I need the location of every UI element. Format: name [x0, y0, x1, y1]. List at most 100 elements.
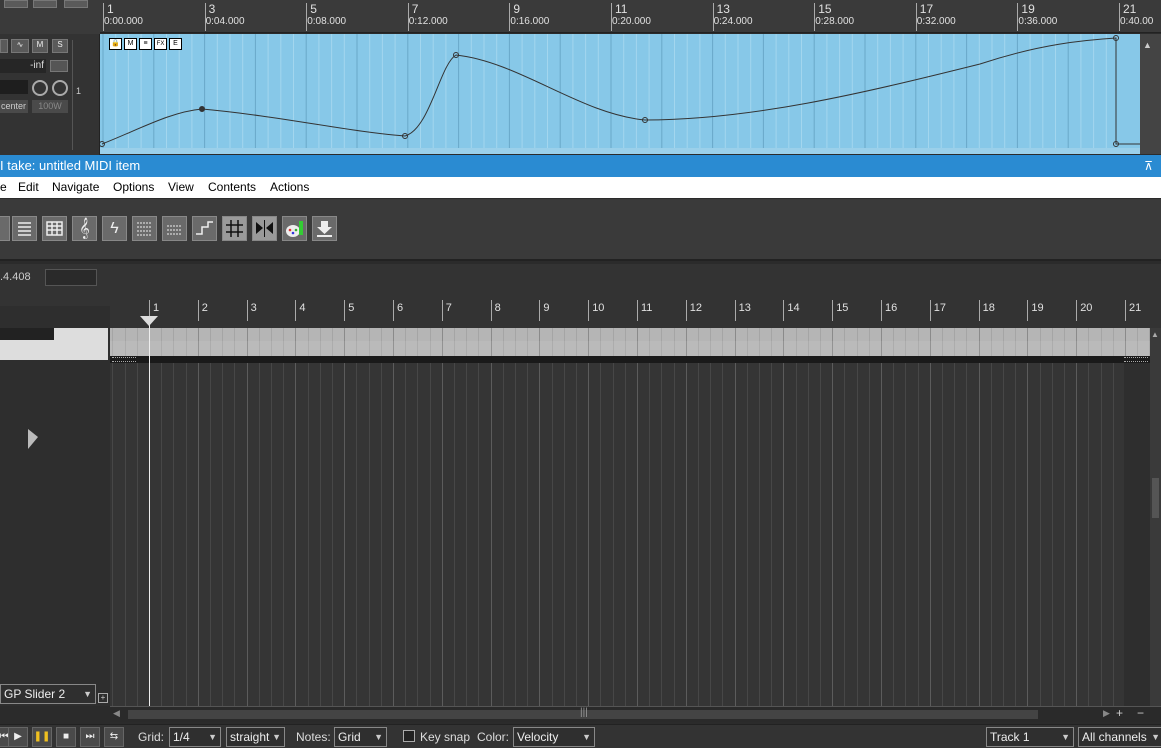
note-grid-line [295, 363, 297, 706]
note-grid-line [1003, 363, 1004, 706]
add-lane-icon[interactable]: + [98, 693, 108, 703]
stop-icon[interactable]: ■ [56, 727, 76, 747]
item-properties-button[interactable]: ≡ [139, 38, 152, 50]
note-grid-line [429, 363, 431, 706]
step-input-icon[interactable] [192, 216, 217, 241]
channel-select[interactable]: All channels ▼ [1078, 727, 1161, 747]
envelope-icon[interactable]: ∿ [11, 39, 29, 53]
notes-select[interactable]: Grid ▼ [334, 727, 387, 747]
dock-icon[interactable]: ⊼ [1144, 155, 1153, 177]
pan-readout[interactable]: center [0, 100, 28, 113]
black-key[interactable] [0, 328, 54, 340]
playhead-line[interactable] [149, 316, 150, 706]
piano-roll-grid[interactable] [110, 363, 1151, 706]
tcp-top-button[interactable] [64, 0, 88, 8]
note-grid-line [124, 363, 126, 706]
menu-options[interactable]: Options [113, 177, 154, 198]
repeat-icon[interactable]: ⇆ [104, 727, 124, 747]
playhead-marker-icon[interactable] [140, 316, 158, 326]
play-icon[interactable]: ▶ [8, 727, 28, 747]
divider-handle-right[interactable] [1124, 357, 1148, 362]
scroll-left-icon[interactable]: ◀ [113, 708, 120, 719]
tcp-top-button[interactable] [33, 0, 57, 8]
zoom-in-icon[interactable]: + [1116, 706, 1123, 720]
go-to-end-icon[interactable]: ⏭ [80, 727, 100, 747]
note-grid-line [929, 363, 931, 706]
color-palette-icon[interactable] [282, 216, 307, 241]
item-envelope-graph[interactable] [100, 34, 1140, 154]
arrange-ruler[interactable]: 1 0:00.000 3 0:04.000 5 0:08.000 7 0:12.000 9 0:1… [100, 0, 1161, 33]
tcp-top-button[interactable] [4, 0, 28, 8]
window-title: I take: untitled MIDI item [0, 158, 141, 173]
midi-ruler[interactable]: 1 2 3 4 5 6 7 8 9 10 11 12 13 14 15 16 17 18 19 20 21 [110, 264, 1161, 328]
note-grid-line [710, 363, 712, 706]
note-grid-line [771, 363, 773, 706]
color-select[interactable]: Velocity ▼ [513, 727, 595, 747]
keyboard-strip[interactable] [0, 328, 108, 360]
menu-edit[interactable]: Edit [18, 177, 39, 198]
midi-ruler-number: 18 [982, 302, 995, 314]
note-grid-line [1112, 363, 1114, 706]
solo-button[interactable]: S [52, 39, 68, 53]
event-list-view-icon[interactable] [12, 216, 37, 241]
view-mode-icon[interactable] [0, 216, 10, 241]
menu-navigate[interactable]: Navigate [52, 177, 99, 198]
vertical-scroll-thumb[interactable] [1152, 478, 1159, 518]
mute-button[interactable]: M [32, 39, 48, 53]
menu-view[interactable]: View [168, 177, 194, 198]
note-grid-line [746, 363, 748, 706]
key-snap-checkbox[interactable] [403, 730, 415, 742]
fx-button[interactable] [50, 60, 68, 72]
treble-clef-icon[interactable]: 𝄞 [72, 216, 97, 241]
midi-ruler-number: 19 [1031, 302, 1044, 314]
volume-fader[interactable] [0, 80, 28, 94]
scroll-right-icon[interactable]: ▶ [1103, 708, 1110, 719]
track-select[interactable]: Track 1 ▼ [986, 727, 1074, 747]
vertical-scrollbar[interactable]: ▲ [1150, 328, 1161, 706]
note-grid-line [1039, 363, 1041, 706]
velocity-strip[interactable] [110, 328, 1151, 356]
cc-lane-value: GP Slider 2 [4, 687, 66, 701]
grid-type-select[interactable]: straight ▼ [226, 727, 285, 747]
horizontal-scrollbar[interactable]: ◀ ||| ▶ + − [110, 706, 1161, 722]
volume-readout[interactable]: -inf [0, 59, 46, 73]
volume-knob-icon[interactable] [32, 80, 48, 96]
scroll-grip-icon: ||| [580, 707, 588, 718]
note-grid-line [502, 363, 504, 706]
ruler-time: 0:20.000 [612, 16, 651, 27]
divider-handle-left[interactable] [112, 357, 136, 362]
arrange-vertical-scrollbar[interactable]: ▲ [1140, 34, 1161, 154]
grid-icon[interactable] [222, 216, 247, 241]
pause-icon[interactable]: ❚❚ [32, 727, 52, 747]
menu-bar: e Edit Navigate Options View Contents Ac… [0, 177, 1161, 198]
download-icon[interactable] [312, 216, 337, 241]
midi-ruler-number: 20 [1080, 302, 1093, 314]
record-arm-button[interactable] [0, 39, 8, 53]
pan-knob-icon[interactable] [52, 80, 68, 96]
position-input[interactable] [45, 269, 97, 286]
snap-icon[interactable] [252, 216, 277, 241]
zoom-out-icon[interactable]: − [1137, 706, 1144, 720]
envelope-curve[interactable] [101, 37, 1140, 145]
scroll-up-icon[interactable]: ▲ [1143, 40, 1152, 50]
list-view-icon[interactable] [132, 216, 157, 241]
midi-item[interactable]: 🔒 M ≡ FX E [100, 34, 1140, 154]
item-envelope-button[interactable]: E [169, 38, 182, 50]
musical-notation-view-icon[interactable] [42, 216, 67, 241]
cc-lane-select[interactable]: GP Slider 2 ▼ [0, 684, 96, 704]
midi-ruler-tick [978, 300, 980, 321]
menu-contents[interactable]: Contents [208, 177, 256, 198]
grid-select[interactable]: 1/4 ▼ [169, 727, 221, 747]
note-grid-line [234, 363, 236, 706]
lane-divider[interactable] [110, 356, 1150, 363]
width-readout[interactable]: 100W [32, 100, 68, 113]
lightning-icon[interactable]: ϟ [102, 216, 127, 241]
envelope-point[interactable] [199, 106, 205, 112]
item-mute-button[interactable]: M [124, 38, 137, 50]
lock-icon[interactable]: 🔒 [109, 38, 122, 50]
item-fx-button[interactable]: FX [154, 38, 167, 50]
menu-actions[interactable]: Actions [270, 177, 309, 198]
cc-lanes-icon[interactable] [162, 216, 187, 241]
menu-file[interactable]: e [0, 177, 7, 198]
scroll-up-icon[interactable]: ▲ [1151, 330, 1159, 339]
